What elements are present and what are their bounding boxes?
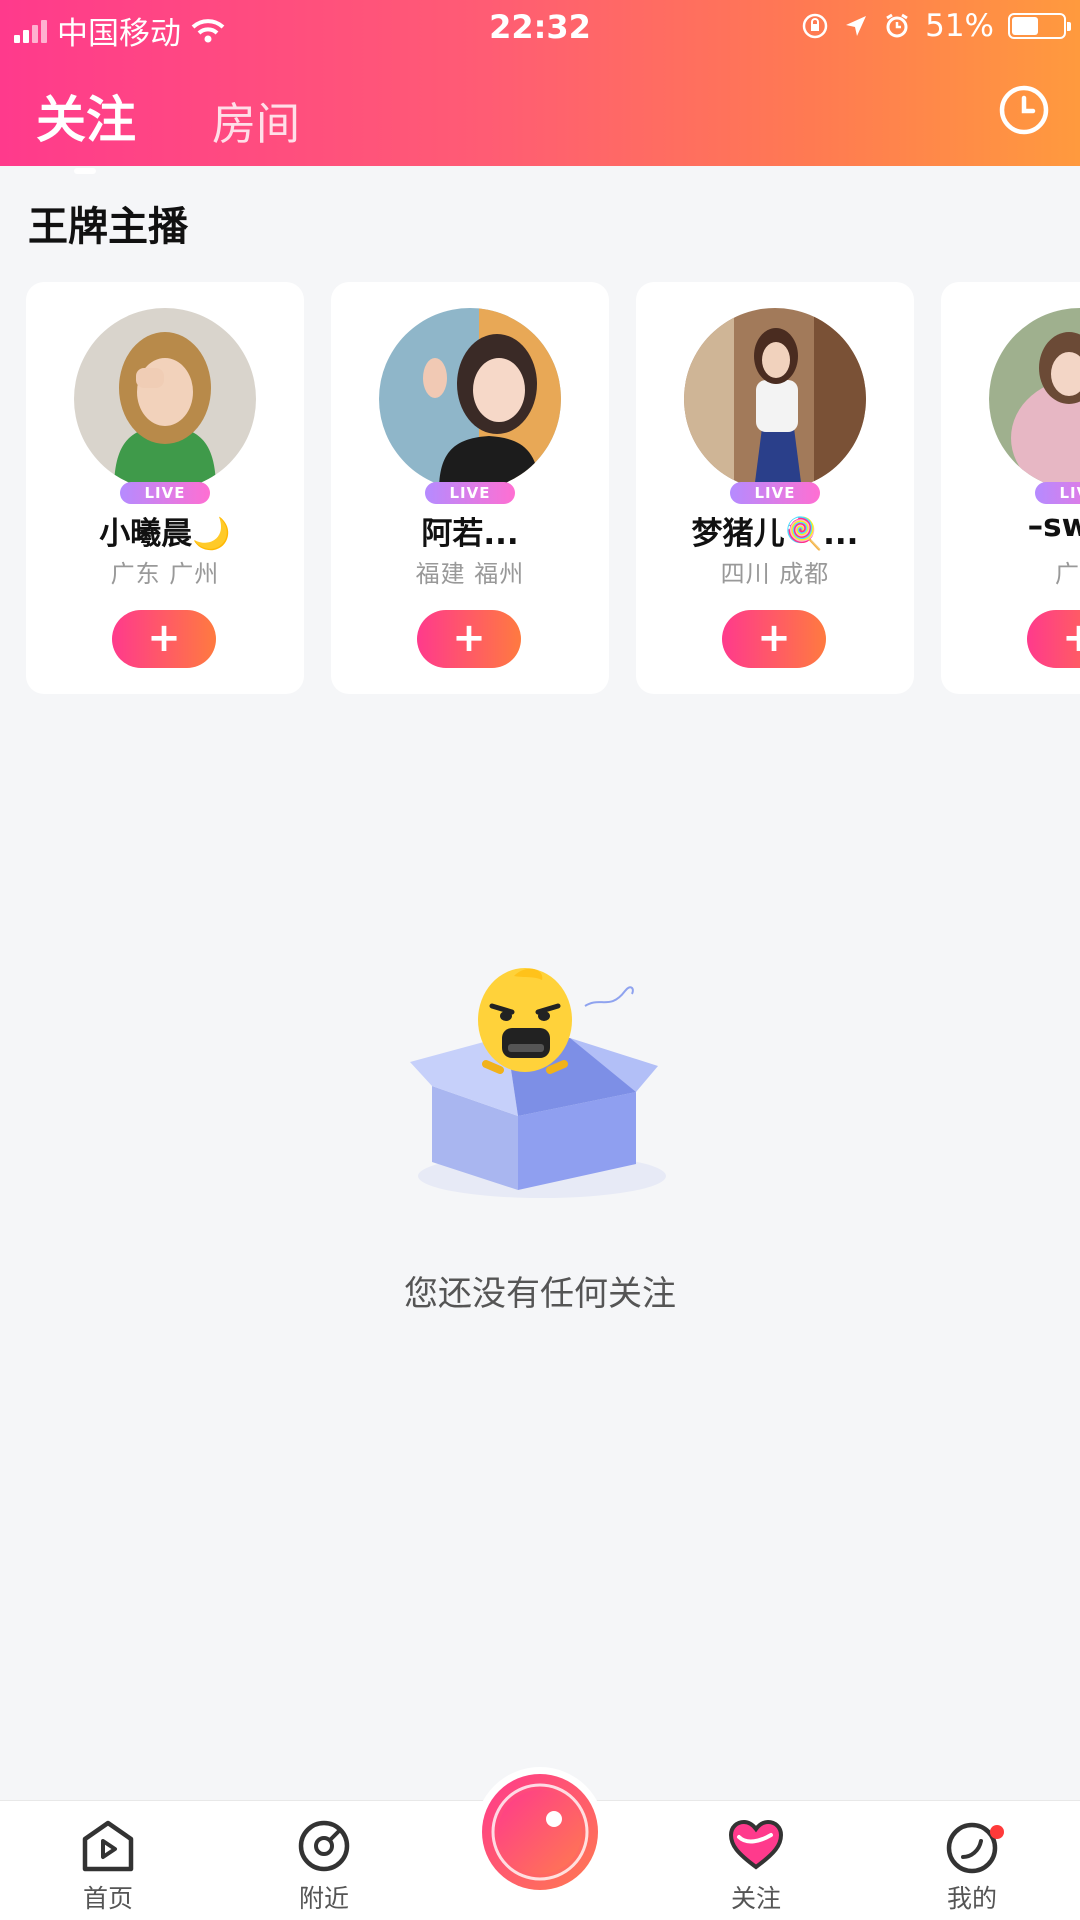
tab-rooms-label: 房间 [212, 99, 300, 150]
anchor-location: 广东 广州 [110, 560, 220, 588]
follow-button[interactable]: + [722, 610, 826, 668]
live-badge: LIVE [1035, 482, 1080, 504]
bottom-nav: 首页 附近 关注 我的 [0, 1767, 1080, 1920]
nearby-icon [298, 1820, 350, 1872]
active-tab-indicator [74, 168, 96, 174]
avatar[interactable] [74, 308, 256, 490]
notification-dot [990, 1825, 1004, 1839]
anchor-card[interactable]: LIVE 梦猪儿🍭... 四川 成都 + [636, 282, 914, 694]
nav-home-label: 首页 [82, 1884, 133, 1913]
tab-follow[interactable]: 关注 [36, 80, 136, 174]
anchor-location: 福建 福州 [415, 560, 525, 588]
alarm-icon [886, 13, 908, 38]
empty-box-icon [410, 968, 666, 1198]
nav-nearby[interactable]: 附近 [264, 1817, 384, 1915]
empty-state-message: 您还没有任何关注 [404, 1274, 676, 1314]
anchor-card[interactable]: LIVE 阿若... 福建 福州 + [331, 282, 609, 694]
avatar[interactable] [379, 308, 561, 490]
anchor-name: 梦猪儿🍭... [691, 516, 859, 552]
avatar[interactable] [684, 308, 866, 490]
heart-icon [728, 1819, 784, 1870]
anchor-location: 广东 [1055, 560, 1080, 588]
nav-profile-label: 我的 [946, 1884, 997, 1913]
anchor-name: –swee [1027, 508, 1080, 544]
home-play-icon [82, 1820, 134, 1872]
status-bar: 中国移动 22:32 51% [0, 0, 1080, 52]
status-right: 51% [801, 8, 1071, 44]
anchor-name: 阿若... [421, 516, 519, 552]
live-badge: LIVE [120, 482, 210, 504]
nav-profile[interactable]: 我的 [912, 1817, 1032, 1915]
follow-button[interactable]: + [1027, 610, 1080, 668]
nav-follow-label: 关注 [730, 1884, 781, 1913]
battery-fill [1012, 17, 1038, 35]
location-arrow-icon [846, 16, 867, 36]
section-title: 王牌主播 [28, 204, 188, 250]
orientation-lock-icon [802, 13, 828, 39]
follow-button[interactable]: + [112, 610, 216, 668]
follow-button[interactable]: + [417, 610, 521, 668]
live-badge: LIVE [730, 482, 820, 504]
record-button-icon [482, 1774, 598, 1890]
tab-rooms[interactable]: 房间 [212, 88, 300, 152]
battery-icon [1008, 13, 1071, 39]
anchor-card[interactable]: LIVE 小曦晨🌙 广东 广州 + [26, 282, 304, 694]
tab-follow-label: 关注 [36, 91, 136, 149]
anchor-location: 四川 成都 [720, 560, 830, 588]
anchor-carousel[interactable]: LIVE 小曦晨🌙 广东 广州 + LIVE 阿若... 福建 福州 + LIV… [26, 282, 1080, 696]
live-badge: LIVE [425, 482, 515, 504]
nav-nearby-label: 附近 [298, 1884, 349, 1913]
top-header: 中国移动 22:32 51% 关注 房间 [0, 0, 1080, 174]
avatar[interactable] [989, 308, 1080, 490]
nav-home[interactable]: 首页 [48, 1817, 168, 1915]
start-live-button[interactable] [475, 1767, 605, 1897]
clock-icon[interactable] [998, 84, 1050, 136]
nav-follow[interactable]: 关注 [696, 1817, 816, 1915]
top-tabs: 关注 房间 [36, 80, 300, 174]
anchor-card[interactable]: LIVE –swee 广东 + [941, 282, 1080, 694]
anchor-name: 小曦晨🌙 [99, 516, 231, 552]
battery-percent: 51% [925, 8, 994, 44]
